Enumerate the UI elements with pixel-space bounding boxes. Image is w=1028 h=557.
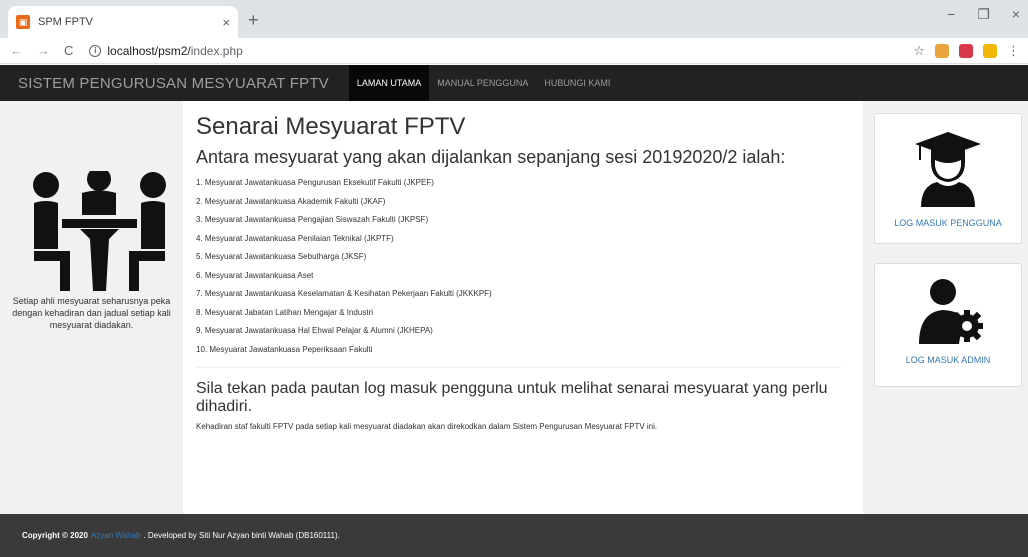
attendance-record-note: Kehadiran staf fakulti FPTV pada setiap … bbox=[196, 422, 658, 431]
address-bar[interactable]: i localhost/psm2/index.php bbox=[89, 43, 243, 58]
forward-arrow-icon[interactable]: → bbox=[37, 43, 50, 58]
toolbar-actions: ☆ ⋮ bbox=[913, 43, 1020, 59]
site-navbar: SISTEM PENGURUSAN MESYUARAT FPTV LAMAN U… bbox=[0, 65, 1028, 101]
new-tab-icon[interactable]: + bbox=[248, 10, 259, 31]
graduate-user-icon bbox=[915, 132, 981, 207]
list-item: 3. Mesyuarat Jawatankuasa Pengajian Sisw… bbox=[196, 215, 429, 224]
extension-icon[interactable] bbox=[935, 44, 949, 58]
menu-dots-icon[interactable]: ⋮ bbox=[1007, 43, 1020, 59]
tab-title: SPM FPTV bbox=[38, 16, 94, 28]
tab-close-icon[interactable]: × bbox=[222, 15, 230, 30]
meeting-people-icon bbox=[33, 171, 166, 291]
site-favicon-icon: ▣ bbox=[16, 15, 30, 29]
attendance-note: Setiap ahli mesyuarat seharusnya peka de… bbox=[12, 296, 171, 330]
list-item: 7. Mesyuarat Jawatankuasa Keselamatan & … bbox=[196, 289, 492, 298]
login-instruction: Sila tekan pada pautan log masuk penggun… bbox=[196, 380, 828, 415]
url-path: index.php bbox=[190, 43, 243, 58]
copyright-text: Copyright © 2020 bbox=[22, 531, 88, 540]
admin-login-card[interactable]: LOG MASUK ADMIN bbox=[874, 263, 1022, 387]
reload-icon[interactable]: C bbox=[64, 43, 73, 58]
site-brand[interactable]: SISTEM PENGURUSAN MESYUARAT FPTV bbox=[18, 75, 329, 92]
user-login-card[interactable]: LOG MASUK PENGGUNA bbox=[874, 113, 1022, 244]
list-item: 10. Mesyuarat Jawatankuasa Peperiksaan F… bbox=[196, 344, 373, 354]
nav-buttons: ← → C bbox=[10, 43, 73, 58]
nav-laman-utama[interactable]: LAMAN UTAMA bbox=[348, 65, 430, 101]
developer-credit: . Developed by Siti Nur Azyan binti Waha… bbox=[143, 531, 340, 540]
list-item: 4. Mesyuarat Jawatankuasa Penilaian Tekn… bbox=[196, 233, 394, 243]
list-item: 9. Mesyuarat Jawatankuasa Hal Ehwal Pela… bbox=[196, 326, 433, 335]
nav-manual-pengguna[interactable]: MANUAL PENGGUNA bbox=[429, 65, 536, 101]
bookmark-star-icon[interactable]: ☆ bbox=[913, 43, 925, 59]
minimize-icon[interactable]: − bbox=[947, 6, 955, 23]
browser-tabstrip: ▣ SPM FPTV × + − ❐ × bbox=[0, 0, 1028, 38]
maximize-icon[interactable]: ❐ bbox=[977, 6, 990, 23]
extension-cart-icon[interactable] bbox=[959, 44, 973, 58]
right-sidebar: LOG MASUK PENGGUNA LOG MASUK ADMIN bbox=[863, 101, 1028, 514]
divider bbox=[196, 367, 841, 368]
browser-tab[interactable]: ▣ SPM FPTV × bbox=[8, 6, 238, 38]
list-item: 6. Mesyuarat Jawatankuasa Aset bbox=[196, 270, 314, 280]
user-login-link[interactable]: LOG MASUK PENGGUNA bbox=[875, 218, 1021, 228]
list-item: 1. Mesyuarat Jawatankuasa Pengurusan Eks… bbox=[196, 178, 434, 187]
main-content: Senarai Mesyuarat FPTV Antara mesyuarat … bbox=[183, 101, 863, 514]
info-icon[interactable]: i bbox=[89, 44, 102, 57]
page-title: Senarai Mesyuarat FPTV bbox=[196, 113, 466, 140]
close-window-icon[interactable]: × bbox=[1012, 6, 1020, 23]
browser-toolbar: ← → C i localhost/psm2/index.php ☆ ⋮ bbox=[0, 38, 1028, 64]
author-link[interactable]: Azyan Wahab bbox=[91, 531, 141, 540]
page-subtitle: Antara mesyuarat yang akan dijalankan se… bbox=[196, 147, 786, 167]
window-controls: − ❐ × bbox=[947, 6, 1020, 23]
extension-gift-icon[interactable] bbox=[983, 44, 997, 58]
back-arrow-icon[interactable]: ← bbox=[10, 43, 23, 58]
meeting-list: 1. Mesyuarat Jawatankuasa Pengurusan Eks… bbox=[196, 174, 851, 359]
list-item: 5. Mesyuarat Jawatankuasa Sebutharga (JK… bbox=[196, 252, 367, 261]
admin-gear-icon bbox=[919, 279, 983, 344]
page-footer: Copyright © 2020 Azyan Wahab . Developed… bbox=[0, 514, 1028, 557]
admin-login-link[interactable]: LOG MASUK ADMIN bbox=[875, 355, 1021, 365]
nav-hubungi-kami[interactable]: HUBUNGI KAMI bbox=[536, 65, 618, 101]
list-item: 2. Mesyuarat Jawatankuasa Akademik Fakul… bbox=[196, 196, 386, 206]
list-item: 8. Mesyuarat Jabatan Latihan Mengajar & … bbox=[196, 307, 373, 317]
left-sidebar: Setiap ahli mesyuarat seharusnya peka de… bbox=[0, 101, 183, 514]
url-host: localhost/psm2/ bbox=[107, 43, 191, 58]
